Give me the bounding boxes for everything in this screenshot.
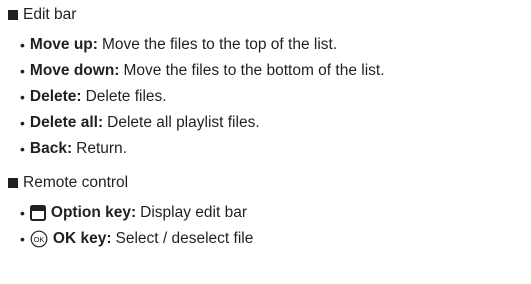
item-term: Move down: [29, 62, 120, 79]
bullet-icon: • [20, 37, 25, 53]
section-heading-remote-control: Remote control [8, 174, 128, 192]
item-description: Move the files to the bottom of the list… [123, 62, 385, 79]
bullet-icon: • [20, 89, 25, 105]
section-heading-text: Remote control [23, 174, 129, 191]
item-term: OK key: [52, 230, 112, 247]
item-term: Move up: [29, 36, 98, 53]
bullet-icon: • [20, 141, 25, 157]
item-term: Delete all: [29, 114, 104, 131]
bullet-icon: • [20, 231, 25, 247]
square-bullet-icon [8, 178, 18, 188]
bullet-icon: • [20, 115, 25, 131]
bullet-icon: • [20, 63, 25, 79]
item-description: Delete all playlist files. [107, 114, 260, 131]
bullet-icon: • [20, 205, 25, 221]
item-description: Return. [76, 140, 127, 157]
list-item-back: • Back: Return. [20, 140, 127, 158]
option-key-icon [29, 205, 46, 221]
ok-key-icon-text: OK [33, 235, 44, 244]
square-bullet-icon [8, 10, 18, 20]
section-heading-text: Edit bar [23, 6, 77, 23]
list-item-move-up: • Move up: Move the files to the top of … [20, 36, 337, 54]
list-item-option-key: • Option key: Display edit bar [20, 204, 247, 222]
item-term: Delete: [29, 88, 82, 105]
item-description: Select / deselect file [115, 230, 254, 247]
item-term: Option key: [50, 204, 137, 221]
list-item-delete: • Delete: Delete files. [20, 88, 167, 106]
section-heading-edit-bar: Edit bar [8, 6, 76, 24]
list-item-move-down: • Move down: Move the files to the botto… [20, 62, 385, 80]
item-description: Move the files to the top of the list. [101, 36, 338, 53]
item-description: Delete files. [85, 88, 167, 105]
list-item-delete-all: • Delete all: Delete all playlist files. [20, 114, 260, 132]
list-item-ok-key: • OK OK key: Select / deselect file [20, 230, 253, 248]
item-description: Display edit bar [140, 204, 247, 221]
item-term: Back: [29, 140, 73, 157]
ok-key-icon: OK [30, 230, 48, 248]
